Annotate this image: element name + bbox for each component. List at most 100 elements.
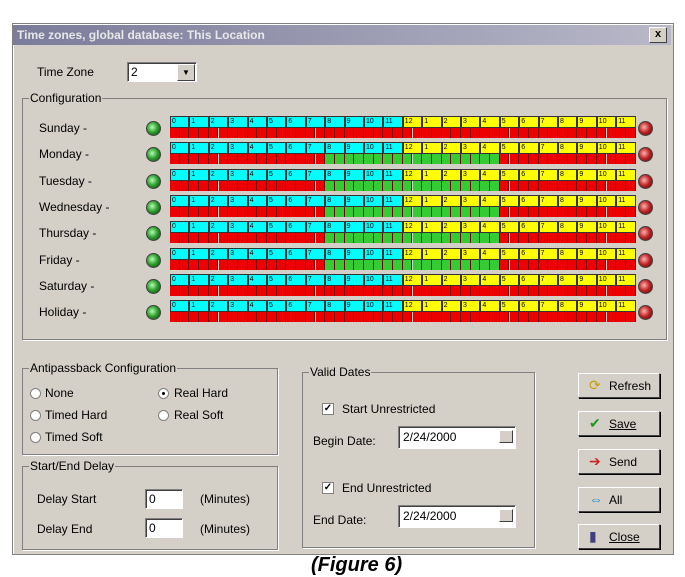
schedule-cell[interactable] [461,233,471,244]
schedule-cell[interactable] [325,180,335,191]
schedule-cell[interactable] [218,154,229,165]
schedule-cell[interactable] [276,128,287,138]
schedule-cell[interactable] [383,285,394,296]
schedule-cell[interactable] [499,285,510,296]
schedule-cell[interactable] [616,128,626,138]
schedule-cell[interactable] [480,259,491,270]
schedule-cell[interactable] [402,180,413,191]
schedule-cell[interactable] [393,312,403,323]
schedule-cell[interactable] [296,259,306,270]
begin-date-input[interactable]: 2/24/2000 [398,426,516,449]
schedule-cell[interactable] [296,312,306,323]
schedule-cell[interactable] [228,312,238,323]
disable-day-icon[interactable] [638,278,653,294]
schedule-cell[interactable] [616,259,626,270]
schedule-cell[interactable] [538,128,549,138]
schedule-cell[interactable] [315,128,326,138]
schedule-cell[interactable] [441,233,452,244]
schedule-cell[interactable] [470,154,481,165]
schedule-cell[interactable] [393,233,403,244]
schedule-cell[interactable] [509,180,520,191]
schedule-cell[interactable] [373,259,384,270]
schedule-cell[interactable] [480,180,491,191]
schedule-cell[interactable] [315,233,326,244]
schedule-cell[interactable] [461,312,471,323]
schedule-cell[interactable] [208,312,219,323]
schedule-cell[interactable] [490,233,500,244]
schedule-cell[interactable] [402,128,413,138]
schedule-cell[interactable] [596,285,607,296]
schedule-cell[interactable] [354,154,364,165]
schedule-cell[interactable] [499,233,510,244]
schedule-cell[interactable] [247,180,258,191]
schedule-cell[interactable] [373,206,384,217]
schedule-cell[interactable] [325,312,335,323]
schedule-cell[interactable] [470,180,481,191]
schedule-cell[interactable] [606,233,617,244]
schedule-cell[interactable] [364,180,374,191]
schedule-cell[interactable] [558,154,568,165]
schedule-cell[interactable] [431,259,442,270]
schedule-cell[interactable] [567,285,578,296]
enable-day-icon[interactable] [146,252,161,268]
schedule-cell[interactable] [422,285,432,296]
schedule-cell[interactable] [208,180,219,191]
schedule-cell[interactable] [334,128,345,138]
schedule-cell[interactable] [441,312,452,323]
schedule-cell[interactable] [625,206,636,217]
schedule-cell[interactable] [179,259,190,270]
schedule-cell[interactable] [587,285,597,296]
schedule-cell[interactable] [364,128,374,138]
close-button[interactable]: ▮ Close [578,524,660,549]
schedule-cell[interactable] [237,312,248,323]
schedule-cell[interactable] [548,180,558,191]
schedule-cell[interactable] [296,128,306,138]
schedule-cell[interactable] [383,180,394,191]
schedule-cell[interactable] [170,128,180,138]
schedule-cell[interactable] [519,154,529,165]
schedule-cell[interactable] [208,233,219,244]
schedule-cell[interactable] [257,312,267,323]
schedule-cell[interactable] [625,312,636,323]
schedule-cell[interactable] [286,259,297,270]
schedule-cell[interactable] [480,233,491,244]
schedule-cell[interactable] [208,154,219,165]
schedule-cell[interactable] [344,180,355,191]
schedule-cell[interactable] [567,206,578,217]
schedule-cell[interactable] [577,233,588,244]
schedule-cell[interactable] [189,233,200,244]
schedule-cell[interactable] [499,180,510,191]
schedule-cell[interactable] [237,259,248,270]
schedule-cell[interactable] [490,206,500,217]
schedule-cell[interactable] [170,233,180,244]
schedule-cell[interactable] [490,259,500,270]
schedule-cell[interactable] [596,180,607,191]
schedule-cell[interactable] [509,206,520,217]
schedule-cell[interactable] [528,312,539,323]
schedule-cell[interactable] [577,154,588,165]
save-button[interactable]: ✔ Save [578,411,660,436]
schedule-cell[interactable] [247,206,258,217]
schedule-cell[interactable] [422,312,432,323]
schedule-cell[interactable] [305,259,316,270]
schedule-cell[interactable] [247,312,258,323]
schedule-cell[interactable] [587,180,597,191]
schedule-cell[interactable] [412,180,423,191]
enable-day-icon[interactable] [146,278,161,294]
schedule-cell[interactable] [490,128,500,138]
schedule-cell[interactable] [393,180,403,191]
schedule-cell[interactable] [344,128,355,138]
schedule-cell[interactable] [325,233,335,244]
schedule-cell[interactable] [276,312,287,323]
schedule-cell[interactable] [305,233,316,244]
radio-real-soft[interactable] [158,410,169,421]
schedule-cell[interactable] [315,206,326,217]
schedule-cell[interactable] [218,233,229,244]
schedule-cell[interactable] [431,206,442,217]
schedule-cell[interactable] [538,285,549,296]
schedule-cell[interactable] [528,206,539,217]
schedule-cell[interactable] [276,206,287,217]
schedule-cell[interactable] [305,285,316,296]
schedule-cell[interactable] [422,180,432,191]
schedule-cell[interactable] [587,312,597,323]
